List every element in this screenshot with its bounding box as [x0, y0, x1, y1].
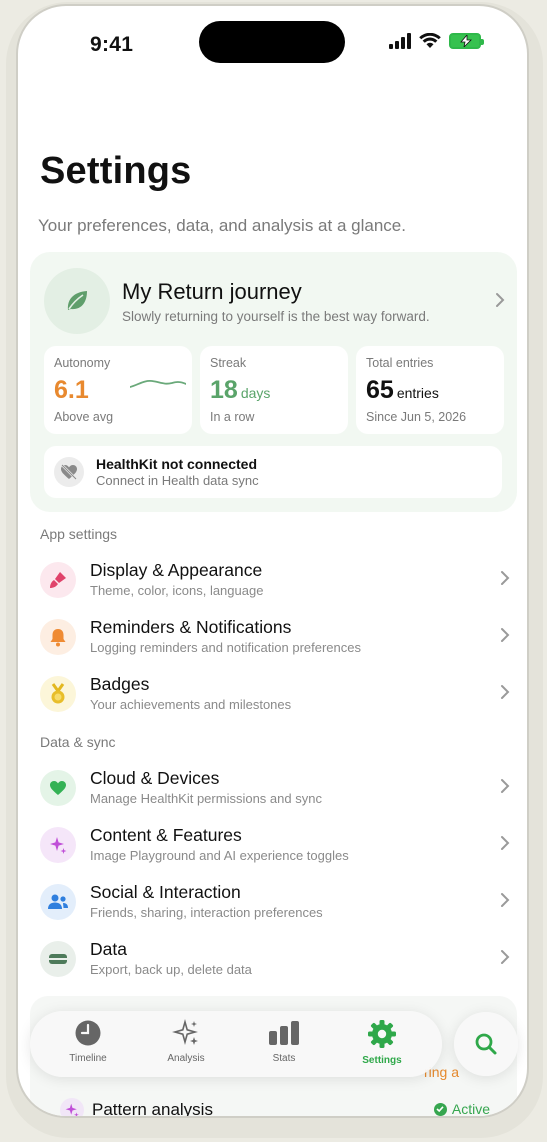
battery-charging-icon [449, 33, 484, 49]
leaf-badge [44, 268, 110, 334]
chevron-right-icon [501, 628, 510, 642]
status-icons [389, 33, 484, 49]
stat-note: Since Jun 5, 2026 [366, 410, 467, 424]
row-title: Social & Interaction [90, 882, 241, 902]
healthkit-title: HealthKit not connected [96, 456, 258, 472]
tab-settings[interactable]: Settings [342, 1019, 422, 1073]
autonomy-sparkline [130, 379, 186, 388]
row-title: Data [90, 939, 127, 959]
people-icon [40, 884, 76, 920]
heart-icon [40, 770, 76, 806]
stat-streak: Streak 18 days In a row [200, 346, 348, 434]
paintbrush-icon [40, 562, 76, 598]
journey-title: My Return journey [122, 279, 302, 304]
page-subtitle: Your preferences, data, and analysis at … [38, 216, 406, 235]
wifi-icon [419, 33, 441, 48]
stat-label: Total entries [366, 356, 434, 370]
journey-subtitle: Slowly returning to yourself is the best… [122, 309, 430, 324]
bell-icon [40, 619, 76, 655]
row-title: Cloud & Devices [90, 768, 220, 788]
stat-autonomy: Autonomy 6.1 Above avg [44, 346, 192, 434]
status-time: 9:41 [90, 33, 134, 56]
row-title: Reminders & Notifications [90, 617, 292, 637]
row-data[interactable]: Data Export, back up, delete data [40, 935, 510, 985]
page-title: Settings [40, 150, 192, 192]
row-reminders-notifications[interactable]: Reminders & Notifications Logging remind… [40, 613, 510, 663]
chevron-right-icon [501, 893, 510, 907]
tab-label: Timeline [69, 1053, 107, 1064]
drive-icon [40, 941, 76, 977]
check-icon [433, 1102, 447, 1116]
stat-note: In a row [210, 410, 255, 424]
healthkit-subtitle: Connect in Health data sync [96, 473, 259, 488]
stat-value: 18 days [210, 376, 271, 404]
row-social-interaction[interactable]: Social & Interaction Friends, sharing, i… [40, 878, 510, 928]
chevron-right-icon [501, 836, 510, 850]
stat-value: 6.1 [54, 376, 89, 404]
row-title: Display & Appearance [90, 560, 263, 580]
chevron-right-icon [501, 571, 510, 585]
cellular-signal-icon [389, 33, 411, 49]
journey-card[interactable]: My Return journey Slowly returning to yo… [30, 252, 517, 512]
row-subtitle: Friends, sharing, interaction preference… [90, 905, 323, 920]
row-title: Content & Features [90, 825, 242, 845]
clock-icon [75, 1020, 101, 1046]
pattern-analysis-title: Pattern analysis [92, 1100, 213, 1118]
row-subtitle: Export, back up, delete data [90, 962, 252, 977]
row-title: Badges [90, 674, 150, 694]
chevron-right-icon [501, 950, 510, 964]
section-header-app-settings: App settings [40, 526, 118, 542]
stat-note: Above avg [54, 410, 114, 424]
row-subtitle: Logging reminders and notification prefe… [90, 640, 362, 655]
row-badges[interactable]: Badges Your achievements and milestones [40, 670, 510, 720]
sparkles-icon [60, 1098, 84, 1116]
sparkles-icon [40, 827, 76, 863]
leaf-icon [67, 291, 87, 310]
medal-icon [40, 676, 76, 712]
tab-timeline[interactable]: Timeline [48, 1019, 128, 1073]
dynamic-island [199, 21, 345, 63]
tab-label: Stats [272, 1053, 296, 1064]
healthkit-status[interactable]: HealthKit not connected Connect in Healt… [44, 446, 502, 498]
stat-value: 65 entries [366, 376, 439, 404]
sparkles-icon [172, 1019, 198, 1045]
heart-slash-icon [54, 457, 84, 487]
tab-label: Analysis [167, 1053, 205, 1064]
tab-bar: Timeline Analysis Stats Settings [30, 1011, 442, 1077]
row-pattern-analysis[interactable]: Pattern analysis Active [60, 1096, 490, 1118]
stat-label: Autonomy [54, 356, 111, 370]
chevron-right-icon [501, 779, 510, 793]
row-content-features[interactable]: Content & Features Image Playground and … [40, 821, 510, 871]
gear-icon [368, 1020, 396, 1048]
row-cloud-devices[interactable]: Cloud & Devices Manage HealthKit permiss… [40, 764, 510, 814]
row-subtitle: Your achievements and milestones [90, 697, 292, 712]
row-subtitle: Theme, color, icons, language [90, 583, 264, 598]
tab-stats[interactable]: Stats [244, 1019, 324, 1073]
section-header-data-sync: Data & sync [40, 734, 116, 750]
search-icon [475, 1033, 497, 1055]
tab-analysis[interactable]: Analysis [146, 1019, 226, 1073]
status-badge: Active [433, 1101, 490, 1116]
chevron-right-icon [496, 293, 505, 307]
chevron-right-icon [501, 685, 510, 699]
row-subtitle: Manage HealthKit permissions and sync [90, 791, 322, 806]
stat-label: Streak [210, 356, 247, 370]
tab-label: Settings [362, 1055, 402, 1066]
stat-total-entries: Total entries 65 entries Since Jun 5, 202… [356, 346, 504, 434]
search-button[interactable] [454, 1012, 518, 1076]
screen: 9:41 Settings Your preferences, data, an… [16, 4, 529, 1118]
bar-chart-icon [269, 1021, 299, 1045]
row-subtitle: Image Playground and AI experience toggl… [90, 848, 349, 863]
row-display-appearance[interactable]: Display & Appearance Theme, color, icons… [40, 556, 510, 606]
